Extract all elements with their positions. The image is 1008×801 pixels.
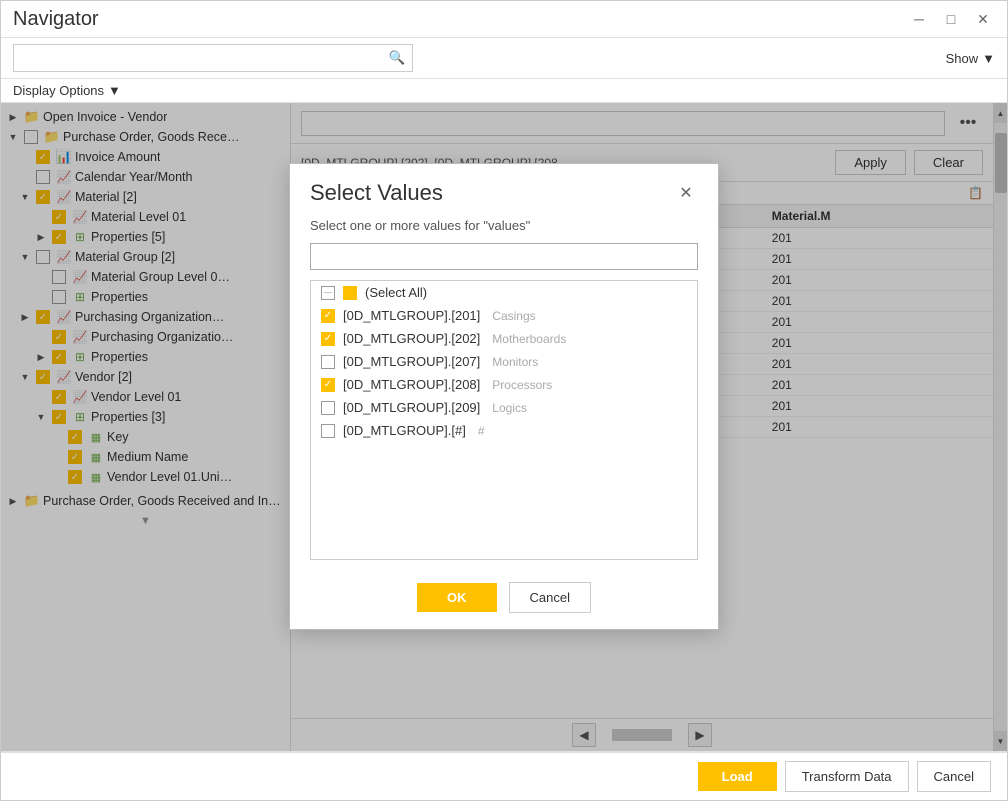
- display-options-label: Display Options: [13, 83, 104, 98]
- modal-close-button[interactable]: ✕: [674, 181, 698, 205]
- display-options-button[interactable]: Display Options ▼: [13, 83, 121, 98]
- modal-list-item[interactable]: [0D_MTLGROUP].[201] Casings: [311, 304, 697, 327]
- load-button[interactable]: Load: [698, 762, 777, 791]
- cancel-button-bottom[interactable]: Cancel: [917, 761, 991, 792]
- modal-item-sublabel: Motherboards: [492, 332, 566, 346]
- modal-item-checkbox[interactable]: [321, 401, 335, 415]
- app-window: Navigator ─ □ ✕ 🔍 Show ▼ Display Options…: [0, 0, 1008, 801]
- modal-item-checkbox[interactable]: [321, 424, 335, 438]
- modal-list-item[interactable]: [0D_MTLGROUP].[#] #: [311, 419, 697, 442]
- modal-item-label: [0D_MTLGROUP].[207]: [343, 354, 480, 369]
- modal-list-item[interactable]: (Select All): [311, 281, 697, 304]
- modal-footer: OK Cancel: [290, 570, 718, 629]
- modal-item-checkbox[interactable]: [321, 309, 335, 323]
- transform-data-button[interactable]: Transform Data: [785, 761, 909, 792]
- modal-item-checkbox[interactable]: [321, 286, 335, 300]
- show-button[interactable]: Show ▼: [946, 51, 995, 66]
- modal-list-item[interactable]: [0D_MTLGROUP].[209] Logics: [311, 396, 697, 419]
- modal-item-sublabel: Casings: [492, 309, 535, 323]
- app-title: Navigator: [13, 8, 99, 31]
- modal-subtitle: Select one or more values for "values": [290, 214, 718, 243]
- maximize-button[interactable]: □: [939, 7, 963, 31]
- modal-search-input[interactable]: [310, 243, 698, 270]
- modal-item-checkbox[interactable]: [321, 332, 335, 346]
- modal-item-label: [0D_MTLGROUP].[209]: [343, 400, 480, 415]
- modal-item-label: [0D_MTLGROUP].[202]: [343, 331, 480, 346]
- minimize-button[interactable]: ─: [907, 7, 931, 31]
- modal-item-label: [0D_MTLGROUP].[201]: [343, 308, 480, 323]
- select-values-modal: Select Values ✕ Select one or more value…: [289, 163, 719, 630]
- modal-item-sublabel: Processors: [492, 378, 552, 392]
- modal-item-checkbox[interactable]: [321, 355, 335, 369]
- title-bar: Navigator ─ □ ✕: [1, 1, 1007, 38]
- search-input[interactable]: [14, 47, 382, 70]
- modal-item-label: [0D_MTLGROUP].[#]: [343, 423, 466, 438]
- modal-list-item[interactable]: [0D_MTLGROUP].[202] Motherboards: [311, 327, 697, 350]
- modal-list-item[interactable]: [0D_MTLGROUP].[207] Monitors: [311, 350, 697, 373]
- modal-item-sublabel: Monitors: [492, 355, 538, 369]
- bottom-bar: Load Transform Data Cancel: [1, 751, 1007, 800]
- close-button[interactable]: ✕: [971, 7, 995, 31]
- modal-header: Select Values ✕: [290, 164, 718, 214]
- select-all-square-icon: [343, 286, 357, 300]
- show-label: Show: [946, 51, 979, 66]
- search-bar-container: 🔍: [13, 44, 413, 72]
- modal-item-sublabel: #: [478, 424, 485, 438]
- modal-list-item[interactable]: [0D_MTLGROUP].[208] Processors: [311, 373, 697, 396]
- main-content: ▶ 📁 Open Invoice - Vendor ▼ 📁 Purchase O…: [1, 103, 1007, 751]
- modal-title: Select Values: [310, 180, 443, 206]
- modal-overlay: Select Values ✕ Select one or more value…: [1, 103, 1007, 751]
- modal-item-label: [0D_MTLGROUP].[208]: [343, 377, 480, 392]
- search-toolbar: 🔍 Show ▼: [1, 38, 1007, 79]
- ok-button[interactable]: OK: [417, 583, 497, 612]
- modal-cancel-button[interactable]: Cancel: [509, 582, 591, 613]
- search-button[interactable]: 🔍: [382, 45, 412, 71]
- display-options-chevron-icon: ▼: [108, 83, 121, 98]
- display-options-bar: Display Options ▼: [1, 79, 1007, 103]
- modal-item-checkbox[interactable]: [321, 378, 335, 392]
- modal-item-sublabel: Logics: [492, 401, 527, 415]
- title-controls: ─ □ ✕: [907, 7, 995, 31]
- modal-item-label: (Select All): [365, 285, 427, 300]
- modal-list[interactable]: (Select All)[0D_MTLGROUP].[201]Casings[0…: [310, 280, 698, 560]
- show-chevron-icon: ▼: [982, 51, 995, 66]
